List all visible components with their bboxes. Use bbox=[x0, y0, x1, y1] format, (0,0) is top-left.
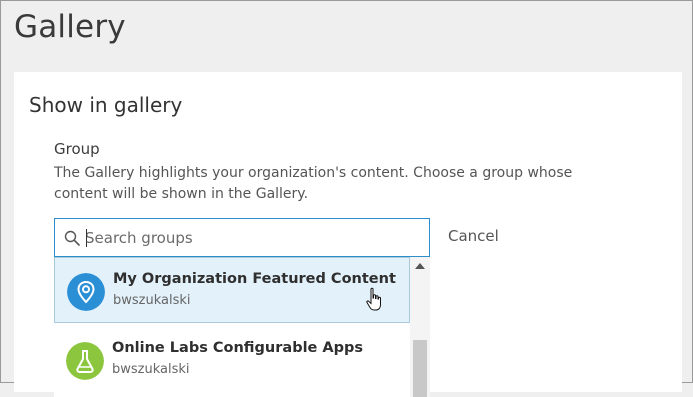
search-input[interactable] bbox=[85, 227, 415, 249]
text-caret bbox=[86, 229, 87, 247]
flask-icon bbox=[66, 342, 104, 380]
list-item[interactable]: My Organization Featured Content bwszuka… bbox=[54, 257, 410, 323]
search-icon bbox=[64, 230, 80, 246]
search-groups-box[interactable] bbox=[54, 218, 430, 257]
item-title: Online Labs Configurable Apps bbox=[112, 340, 364, 356]
scrollbar-thumb[interactable] bbox=[413, 340, 427, 397]
item-owner: bwszukalski bbox=[113, 293, 191, 308]
scroll-up-arrow-icon[interactable] bbox=[415, 263, 425, 269]
section-title: Show in gallery bbox=[29, 93, 183, 117]
gallery-settings-card: Show in gallery Group The Gallery highli… bbox=[14, 72, 682, 397]
results-scrollbar[interactable] bbox=[410, 257, 430, 397]
cancel-button[interactable]: Cancel bbox=[448, 227, 499, 245]
item-title: My Organization Featured Content bbox=[113, 271, 396, 287]
group-results-list: My Organization Featured Content bwszuka… bbox=[54, 257, 430, 397]
page-title: Gallery bbox=[14, 9, 126, 45]
hand-pointer-cursor-icon bbox=[366, 287, 381, 311]
list-item[interactable]: Online Labs Configurable Apps bwszukalsk… bbox=[54, 327, 410, 393]
group-description: The Gallery highlights your organization… bbox=[54, 165, 573, 202]
group-label: Group bbox=[54, 140, 100, 158]
item-owner: bwszukalski bbox=[112, 362, 190, 377]
location-pin-icon bbox=[67, 273, 105, 311]
